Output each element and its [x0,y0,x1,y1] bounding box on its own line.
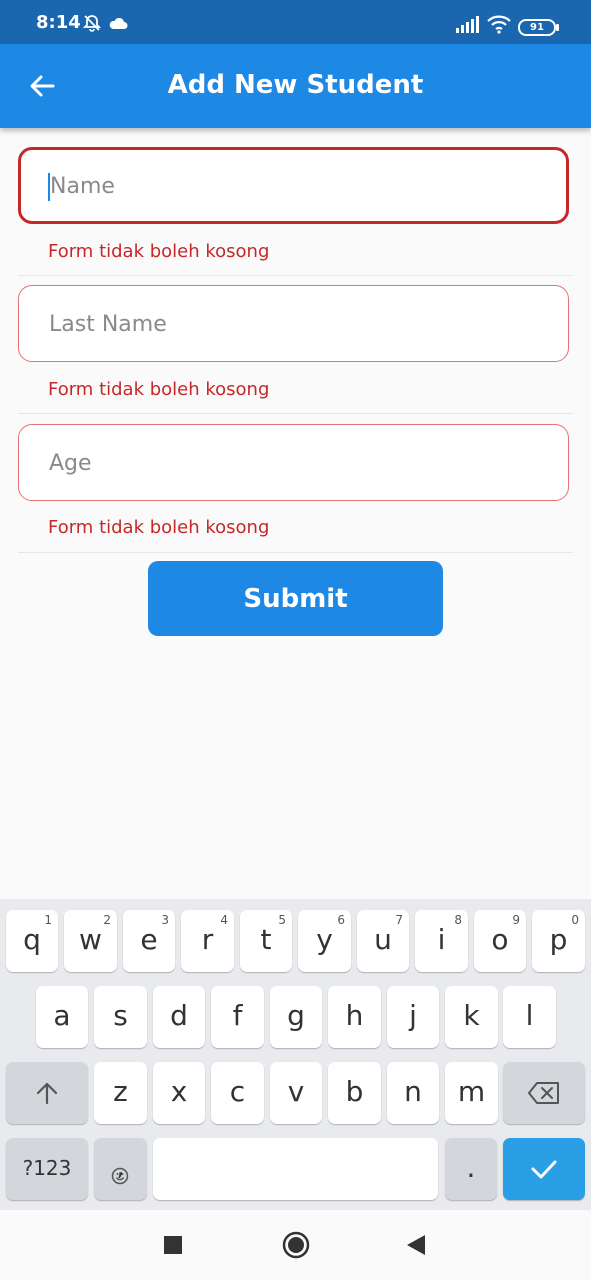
key-w[interactable]: w2 [64,910,117,972]
field-divider [18,275,573,276]
key-b[interactable]: b [328,1062,381,1124]
key-j[interactable]: j [387,986,439,1048]
shift-key[interactable] [6,1062,88,1124]
text-cursor [48,173,50,201]
key-hint: 1 [44,913,52,927]
key-letter: y [316,923,333,956]
status-time: 8:14 [36,12,81,33]
period-key[interactable]: . [445,1138,497,1200]
cloud-icon [108,15,128,34]
enter-key[interactable] [503,1138,585,1200]
name-input[interactable] [48,150,542,223]
key-r[interactable]: r4 [181,910,234,972]
space-bar[interactable] [153,1138,438,1200]
key-letter: u [374,923,392,956]
battery-icon: 91 [518,19,559,36]
key-hint: 0 [571,913,579,927]
backspace-key[interactable] [503,1062,585,1124]
symbols-key[interactable]: ?123 [6,1138,88,1200]
key-t[interactable]: t5 [240,910,292,972]
submit-button[interactable]: Submit [148,561,443,636]
field-divider [18,552,573,553]
key-letter: r [201,923,214,956]
key-z[interactable]: z [94,1062,147,1124]
last-name-input[interactable] [47,286,541,363]
key-l[interactable]: l [503,986,556,1048]
age-field[interactable] [18,424,569,502]
check-icon [530,1151,558,1184]
key-f[interactable]: f [211,986,264,1048]
key-hint: 8 [454,913,462,927]
key-hint: 3 [161,913,169,927]
key-n[interactable]: n [387,1062,439,1124]
app-bar: Add New Student [0,44,591,128]
last-name-error-text: Form tidak boleh kosong [48,379,270,400]
key-x[interactable]: x [153,1062,205,1124]
status-bar: 8:14 91 [0,0,591,44]
key-u[interactable]: u7 [357,910,409,972]
key-q[interactable]: q1 [6,910,58,972]
soft-keyboard: q1 w2 e3 r4 t5 y6 u7 i8 o9 p0 a s d f g … [0,899,591,1210]
key-o[interactable]: o9 [474,910,526,972]
key-m[interactable]: m [445,1062,498,1124]
key-letter: q [23,923,41,956]
key-letter: t [260,923,272,956]
key-v[interactable]: v [270,1062,322,1124]
key-letter: w [79,923,102,956]
emoji-comma-key[interactable]: , [94,1138,147,1200]
key-h[interactable]: h [328,986,381,1048]
key-y[interactable]: y6 [298,910,351,972]
key-letter: p [549,923,568,956]
key-p[interactable]: p0 [532,910,585,972]
key-hint: 7 [395,913,403,927]
key-i[interactable]: i8 [415,910,468,972]
key-s[interactable]: s [94,986,147,1048]
name-error-text: Form tidak boleh kosong [48,241,270,262]
key-d[interactable]: d [153,986,205,1048]
page-title: Add New Student [167,70,424,100]
key-hint: 9 [512,913,520,927]
key-hint: 4 [220,913,228,927]
name-field[interactable] [18,147,569,224]
field-divider [18,413,573,414]
key-k[interactable]: k [445,986,498,1048]
backspace-icon [527,1075,561,1108]
key-hint: 2 [103,913,111,927]
age-input[interactable] [47,425,541,502]
system-nav-bar [0,1210,591,1280]
key-e[interactable]: e3 [123,910,175,972]
bell-off-icon [82,13,102,37]
back-triangle-icon[interactable] [406,1234,426,1260]
key-letter: i [437,923,446,956]
key-g[interactable]: g [270,986,322,1048]
recents-square-icon[interactable] [164,1236,182,1258]
key-a[interactable]: a [36,986,88,1048]
wifi-icon [487,14,511,38]
key-hint: 5 [278,913,286,927]
key-letter: o [491,923,509,956]
home-circle-icon[interactable] [282,1231,310,1263]
shift-arrow-icon [34,1075,60,1108]
key-c[interactable]: c [211,1062,264,1124]
last-name-field[interactable] [18,285,569,363]
key-letter: e [140,923,158,956]
age-error-text: Form tidak boleh kosong [48,517,270,538]
comma-label: , [116,1153,125,1181]
signal-icon [455,16,479,38]
key-hint: 6 [337,913,345,927]
